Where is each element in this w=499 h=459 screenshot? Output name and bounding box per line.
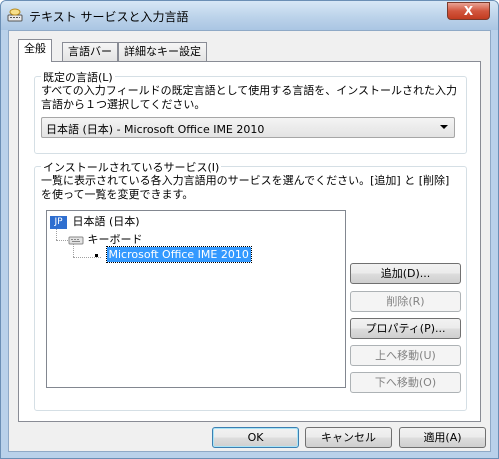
dialog-body: 全般 言語バー 詳細なキー設定 既定の言語(L) すべての入力フィールドの既定言…	[8, 30, 491, 452]
tree-node-service-label: Microsoft Office IME 2010	[105, 246, 252, 263]
jp-language-icon: JP	[50, 215, 67, 229]
move-up-button[interactable]: 上へ移動(U)	[350, 345, 461, 366]
keyboard-app-icon	[7, 8, 23, 22]
tree-node-language[interactable]: JP 日本語 (日本)	[50, 213, 140, 229]
tree-node-service[interactable]: Microsoft Office IME 2010	[95, 246, 252, 263]
ok-button[interactable]: OK	[212, 427, 299, 448]
installed-services-title: インストールされているサービス(I)	[41, 159, 222, 175]
keyboard-icon	[68, 236, 84, 245]
bullet-icon	[95, 253, 98, 257]
default-language-description: すべての入力フィールドの既定言語として使用する言語を、インストールされた入力言語…	[41, 84, 458, 111]
installed-services-group: インストールされているサービス(I) 一覧に表示されている各入力言語用のサービス…	[34, 159, 467, 411]
dialog-window: テキスト サービスと入力言語 X 全般 言語バー 詳細なキー設定 既定の言語(L…	[0, 0, 499, 459]
tree-node-keyboard[interactable]: キーボード	[68, 231, 143, 247]
tab-language-bar[interactable]: 言語バー	[62, 42, 118, 62]
window-title: テキスト サービスと入力言語	[29, 10, 189, 24]
tree-connector	[56, 240, 68, 241]
title-bar[interactable]: テキスト サービスと入力言語 X	[1, 1, 498, 30]
move-down-button[interactable]: 下へ移動(O)	[350, 372, 461, 393]
default-language-value: 日本語 (日本) - Microsoft Office IME 2010	[46, 123, 265, 136]
close-button[interactable]: X	[447, 2, 490, 20]
default-language-group: 既定の言語(L) すべての入力フィールドの既定言語として使用する言語を、インスト…	[34, 69, 467, 154]
close-icon: X	[463, 4, 474, 18]
default-language-title: 既定の言語(L)	[41, 69, 115, 85]
apply-button[interactable]: 適用(A)	[399, 427, 486, 448]
remove-button[interactable]: 削除(R)	[350, 291, 461, 312]
installed-services-description: 一覧に表示されている各入力言語用のサービスを選んでください。[追加] と [削除…	[41, 174, 450, 201]
tree-node-language-label: 日本語 (日本)	[72, 215, 140, 228]
tree-node-keyboard-label: キーボード	[87, 233, 143, 246]
chevron-down-icon	[440, 125, 448, 129]
tab-advanced-key-settings[interactable]: 詳細なキー設定	[118, 42, 207, 62]
default-language-select[interactable]: 日本語 (日本) - Microsoft Office IME 2010	[41, 117, 455, 138]
properties-button[interactable]: プロパティ(P)...	[350, 318, 461, 339]
tab-panel-general: 既定の言語(L) すべての入力フィールドの既定言語として使用する言語を、インスト…	[18, 61, 481, 422]
add-button[interactable]: 追加(D)...	[350, 263, 461, 284]
tab-general[interactable]: 全般	[18, 39, 52, 62]
cancel-button[interactable]: キャンセル	[305, 427, 392, 448]
services-tree[interactable]: JP 日本語 (日本) キーボード Microsoft Office IME 2…	[46, 210, 346, 388]
